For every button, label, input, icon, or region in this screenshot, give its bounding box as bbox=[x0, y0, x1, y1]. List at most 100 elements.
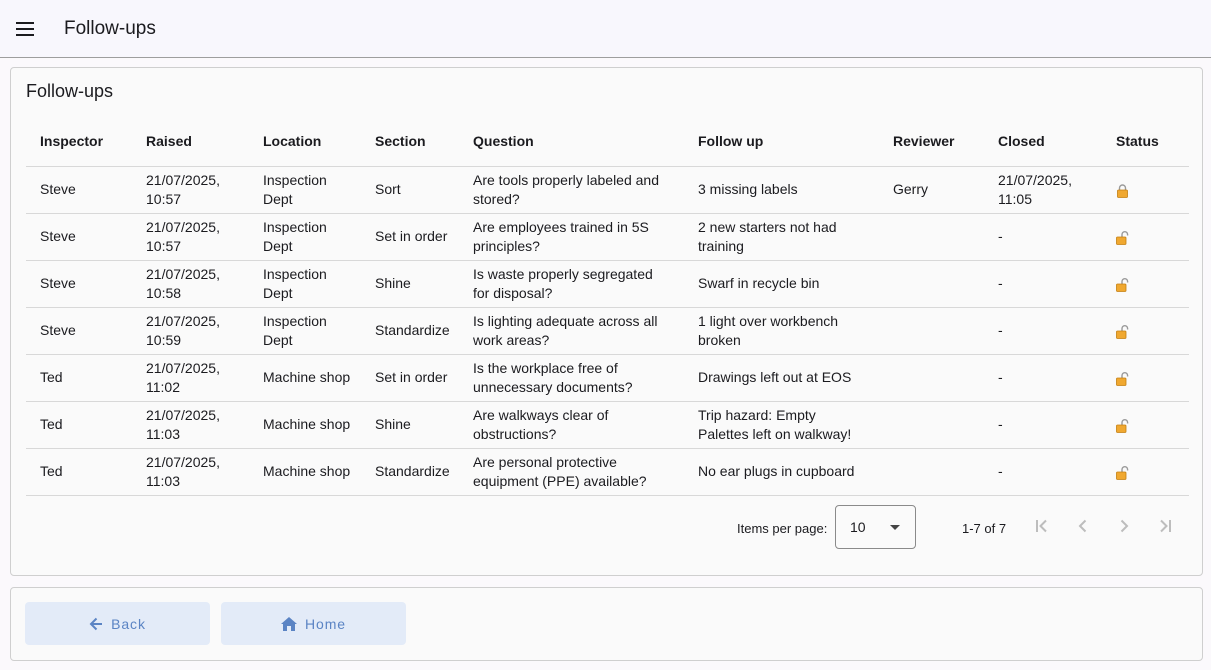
header-question: Question bbox=[460, 114, 685, 167]
cell-section: Shine bbox=[362, 401, 460, 449]
cell-inspector: Ted bbox=[26, 354, 133, 402]
table-row[interactable]: Steve 21/07/2025, 10:59 Inspection Dept Sta… bbox=[26, 307, 1189, 355]
cell-follow-up: 1 light over workbench broken bbox=[685, 307, 880, 355]
cell-location: Inspection Dept bbox=[250, 307, 362, 355]
lock-icon bbox=[1116, 183, 1129, 198]
unlock-icon bbox=[1116, 465, 1129, 480]
home-button[interactable]: Home bbox=[221, 602, 406, 645]
cell-inspector: Ted bbox=[26, 401, 133, 449]
cell-status bbox=[1103, 213, 1189, 261]
cell-reviewer bbox=[880, 401, 985, 449]
cell-raised: 21/07/2025, 11:03 bbox=[133, 448, 250, 496]
cell-inspector: Steve bbox=[26, 166, 133, 214]
header-status: Status bbox=[1103, 114, 1189, 167]
cell-raised: 21/07/2025, 11:02 bbox=[133, 354, 250, 402]
cell-question: Are employees trained in 5S principles? bbox=[460, 213, 685, 261]
table-row[interactable]: Ted 21/07/2025, 11:02 Machine shop Set in o… bbox=[26, 354, 1189, 402]
cell-section: Sort bbox=[362, 166, 460, 214]
items-per-page-label: Items per page: bbox=[737, 521, 828, 536]
next-page-button[interactable] bbox=[1109, 511, 1139, 541]
cell-reviewer: Gerry bbox=[880, 166, 985, 214]
first-page-icon bbox=[1036, 519, 1047, 533]
previous-page-button[interactable] bbox=[1068, 511, 1098, 541]
table-row[interactable]: Steve 21/07/2025, 10:57 Inspection Dept Set… bbox=[26, 213, 1189, 261]
unlock-icon bbox=[1116, 324, 1129, 339]
home-button-label: Home bbox=[305, 615, 346, 632]
last-page-icon bbox=[1160, 519, 1171, 533]
cell-location: Machine shop bbox=[250, 448, 362, 496]
cell-raised: 21/07/2025, 10:57 bbox=[133, 166, 250, 214]
cell-status bbox=[1103, 260, 1189, 308]
chevron-right-icon bbox=[1120, 519, 1129, 533]
cell-location: Machine shop bbox=[250, 354, 362, 402]
cell-reviewer bbox=[880, 260, 985, 308]
table-body: Steve 21/07/2025, 10:57 Inspection Dept Sor… bbox=[26, 166, 1189, 496]
cell-section: Shine bbox=[362, 260, 460, 308]
cell-section: Standardize bbox=[362, 448, 460, 496]
cell-inspector: Ted bbox=[26, 448, 133, 496]
cell-closed: - bbox=[985, 213, 1103, 261]
cell-status bbox=[1103, 354, 1189, 402]
cell-closed: 21/07/2025, 11:05 bbox=[985, 166, 1103, 214]
cell-raised: 21/07/2025, 10:59 bbox=[133, 307, 250, 355]
cell-status bbox=[1103, 401, 1189, 449]
cell-question: Is lighting adequate across all work are… bbox=[460, 307, 685, 355]
header-closed: Closed bbox=[985, 114, 1103, 167]
header-raised: Raised bbox=[133, 114, 250, 167]
home-icon bbox=[281, 616, 298, 631]
cell-section: Set in order bbox=[362, 213, 460, 261]
last-page-button[interactable] bbox=[1150, 511, 1180, 541]
follow-ups-table: Inspector Raised Location Section Questi… bbox=[26, 114, 1189, 496]
follow-ups-card: Follow-ups Inspector Raised Location Sec… bbox=[10, 67, 1203, 576]
cell-inspector: Steve bbox=[26, 260, 133, 308]
arrow-left-icon bbox=[89, 617, 103, 630]
cell-location: Inspection Dept bbox=[250, 166, 362, 214]
header-follow-up: Follow up bbox=[685, 114, 880, 167]
range-label: 1-7 of 7 bbox=[962, 521, 1007, 536]
card-title: Follow-ups bbox=[26, 81, 114, 101]
cell-reviewer bbox=[880, 307, 985, 355]
cell-follow-up: Swarf in recycle bin bbox=[685, 260, 880, 308]
items-per-page-select[interactable]: 10 bbox=[835, 505, 916, 549]
cell-inspector: Steve bbox=[26, 213, 133, 261]
dropdown-arrow-icon bbox=[890, 525, 900, 530]
cell-question: Is waste properly segregated for disposa… bbox=[460, 260, 685, 308]
cell-question: Are walkways clear of obstructions? bbox=[460, 401, 685, 449]
cell-location: Inspection Dept bbox=[250, 260, 362, 308]
items-per-page-value: 10 bbox=[850, 519, 866, 535]
header-section: Section bbox=[362, 114, 460, 167]
cell-section: Standardize bbox=[362, 307, 460, 355]
cell-follow-up: Trip hazard: Empty Palettes left on walk… bbox=[685, 401, 880, 449]
back-button[interactable]: Back bbox=[25, 602, 210, 645]
cell-raised: 21/07/2025, 10:58 bbox=[133, 260, 250, 308]
menu-icon bbox=[16, 21, 34, 36]
menu-button[interactable] bbox=[0, 2, 50, 56]
table-header-row: Inspector Raised Location Section Questi… bbox=[26, 114, 1189, 167]
table-row[interactable]: Ted 21/07/2025, 11:03 Machine shop Standard… bbox=[26, 448, 1189, 496]
cell-reviewer bbox=[880, 354, 985, 402]
paginator: Items per page: 10 1-7 of 7 bbox=[11, 494, 1202, 550]
cell-raised: 21/07/2025, 10:57 bbox=[133, 213, 250, 261]
first-page-button[interactable] bbox=[1027, 511, 1057, 541]
unlock-icon bbox=[1116, 371, 1129, 386]
table-row[interactable]: Steve 21/07/2025, 10:58 Inspection Dept Shi… bbox=[26, 260, 1189, 308]
cell-question: Are tools properly labeled and stored? bbox=[460, 166, 685, 214]
chevron-left-icon bbox=[1078, 519, 1087, 533]
cell-reviewer bbox=[880, 448, 985, 496]
cell-status bbox=[1103, 448, 1189, 496]
table-row[interactable]: Steve 21/07/2025, 10:57 Inspection Dept Sor… bbox=[26, 166, 1189, 214]
unlock-icon bbox=[1116, 230, 1129, 245]
cell-reviewer bbox=[880, 213, 985, 261]
cell-closed: - bbox=[985, 260, 1103, 308]
cell-location: Inspection Dept bbox=[250, 213, 362, 261]
header-location: Location bbox=[250, 114, 362, 167]
cell-follow-up: No ear plugs in cupboard bbox=[685, 448, 880, 496]
header-reviewer: Reviewer bbox=[880, 114, 985, 167]
cell-closed: - bbox=[985, 307, 1103, 355]
table-row[interactable]: Ted 21/07/2025, 11:03 Machine shop Shine Are… bbox=[26, 401, 1189, 449]
cell-closed: - bbox=[985, 401, 1103, 449]
unlock-icon bbox=[1116, 277, 1129, 292]
page-title: Follow-ups bbox=[64, 17, 156, 39]
cell-follow-up: 2 new starters not had training bbox=[685, 213, 880, 261]
cell-follow-up: 3 missing labels bbox=[685, 166, 880, 214]
